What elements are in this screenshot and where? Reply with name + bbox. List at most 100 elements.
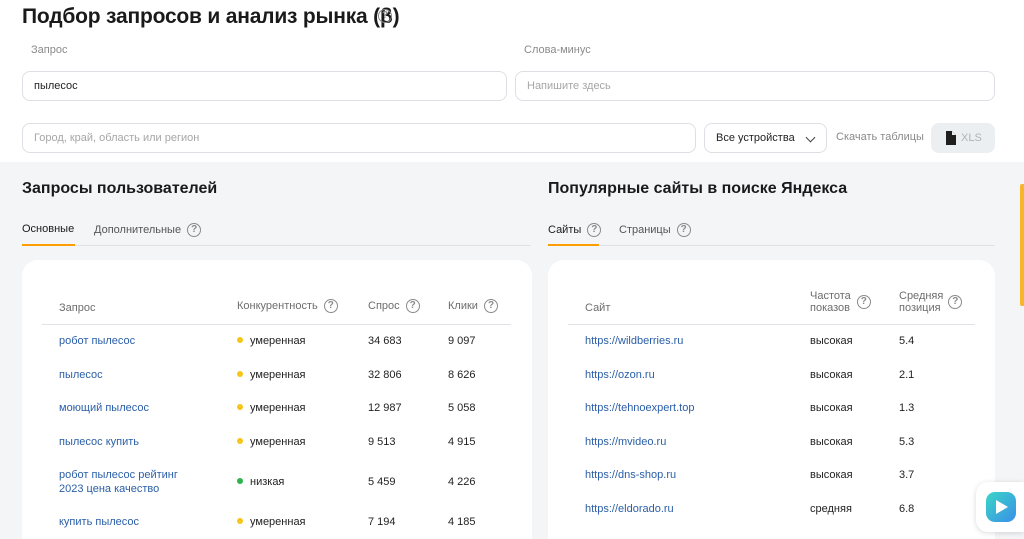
competition-dot [237, 518, 243, 525]
sites-title: Популярные сайты в поиске Яндекса [548, 180, 848, 197]
column-header-frequency: Частота показов ? [810, 290, 871, 314]
chevron-down-icon [805, 132, 816, 143]
column-header-site: Сайт [585, 302, 611, 314]
page-title: Подбор запросов и анализ рынка (β) [22, 5, 400, 28]
scrollbar-thumb[interactable] [1020, 184, 1024, 306]
region-input[interactable]: Город, край, область или регион [22, 123, 696, 153]
column-header-competition: Конкурентность ? [237, 299, 338, 313]
demand-value: 9 513 [368, 436, 396, 448]
position-value: 2.1 [899, 369, 915, 381]
competition-value: умеренная [237, 334, 306, 348]
query-link[interactable]: купить пылесос [59, 515, 139, 529]
help-icon[interactable]: ? [676, 223, 691, 237]
tab-additional[interactable]: Дополнительные ? [94, 223, 202, 237]
competition-value: низкая [237, 475, 284, 489]
position-value: 3.7 [899, 469, 915, 481]
demand-value: 5 459 [368, 476, 396, 488]
column-header-position-line: позиция [899, 302, 941, 314]
frequency-value: средняя [810, 503, 852, 515]
column-header-competition-label: Конкурентность [237, 299, 318, 312]
column-header-clicks-label: Клики [448, 299, 478, 312]
query-label: Запрос [31, 44, 68, 56]
clicks-value: 4 226 [448, 476, 476, 488]
device-select[interactable]: Все устройства [704, 123, 827, 153]
clicks-value: 9 097 [448, 335, 476, 347]
demand-value: 12 987 [368, 402, 402, 414]
help-icon[interactable]: ? [405, 299, 420, 313]
query-input[interactable]: пылесос [22, 71, 507, 101]
clicks-value: 8 626 [448, 369, 476, 381]
competition-label: умеренная [250, 516, 306, 528]
help-icon[interactable]: ? [587, 223, 602, 237]
tab-main[interactable]: Основные [22, 223, 74, 235]
table-header-divider [568, 324, 975, 325]
query-link[interactable]: пылесос купить [59, 435, 139, 449]
help-icon[interactable]: ? [378, 9, 392, 23]
demand-value: 34 683 [368, 335, 402, 347]
query-link[interactable]: пылесос [59, 368, 103, 382]
position-value: 6.8 [899, 503, 915, 515]
help-icon[interactable]: ? [187, 223, 202, 237]
clicks-value: 4 915 [448, 436, 476, 448]
position-value: 5.4 [899, 335, 915, 347]
position-value: 5.3 [899, 436, 915, 448]
competition-dot [237, 337, 243, 344]
help-icon[interactable]: ? [484, 299, 498, 313]
competition-label: умеренная [250, 369, 306, 381]
competition-label: умеренная [250, 436, 306, 448]
download-label: Скачать таблицы [836, 131, 924, 143]
tab-sites-underline [548, 244, 599, 246]
minus-words-input[interactable]: Напишите здесь [515, 71, 995, 101]
tab-pages[interactable]: Страницы ? [619, 223, 691, 237]
xls-download-button[interactable]: XLS [931, 123, 995, 153]
column-header-frequency-line: показов [810, 302, 851, 314]
help-icon[interactable]: ? [323, 299, 338, 313]
site-link[interactable]: https://tehnoexpert.top [585, 401, 694, 415]
site-link[interactable]: https://mvideo.ru [585, 435, 666, 449]
help-icon[interactable]: ? [856, 295, 871, 309]
competition-value: умеренная [237, 368, 306, 382]
position-value: 1.3 [899, 402, 915, 414]
query-link[interactable]: моющий пылесос [59, 401, 149, 415]
search-panel: Подбор запросов и анализ рынка (β) ? Зап… [0, 0, 1024, 162]
clicks-value: 5 058 [448, 402, 476, 414]
query-link-line: 2023 цена качество [59, 483, 160, 495]
queries-title: Запросы пользователей [22, 180, 218, 197]
clicks-value: 4 185 [448, 516, 476, 528]
site-link[interactable]: https://dns-shop.ru [585, 468, 676, 482]
chat-button[interactable] [976, 482, 1024, 532]
column-header-position: Средняя позиция ? [899, 290, 963, 314]
column-header-position-line: Средняя [899, 290, 944, 302]
sites-card: Сайт Частота показов ? Средняя позиция ?… [548, 260, 995, 539]
tab-pages-label: Страницы [619, 223, 671, 236]
column-header-demand-label: Спрос [368, 299, 400, 312]
competition-value: умеренная [237, 401, 306, 415]
competition-dot [237, 438, 243, 445]
file-icon [946, 131, 956, 145]
query-link[interactable]: робот пылесос рейтинг 2023 цена качество [59, 468, 178, 496]
tab-main-underline [22, 244, 75, 246]
tab-sites-label: Сайты [548, 223, 582, 236]
competition-value: умеренная [237, 435, 306, 449]
tab-sites[interactable]: Сайты ? [548, 223, 602, 237]
demand-value: 32 806 [368, 369, 402, 381]
site-link[interactable]: https://ozon.ru [585, 368, 655, 382]
competition-dot [237, 478, 243, 485]
minus-words-label: Слова-минус [524, 44, 591, 56]
queries-tabs-divider [22, 245, 531, 246]
query-link-line: робот пылесос рейтинг [59, 469, 178, 481]
sites-tabs-divider [548, 245, 995, 246]
results-area: Запросы пользователей Основные Дополните… [0, 162, 1024, 539]
site-link[interactable]: https://wildberries.ru [585, 334, 683, 348]
frequency-value: высокая [810, 369, 853, 381]
tab-additional-label: Дополнительные [94, 223, 182, 236]
competition-label: умеренная [250, 402, 306, 414]
table-header-divider [42, 324, 511, 325]
xls-label: XLS [961, 132, 982, 144]
competition-dot [237, 371, 243, 378]
demand-value: 7 194 [368, 516, 396, 528]
site-link[interactable]: https://eldorado.ru [585, 502, 674, 516]
query-link[interactable]: робот пылесос [59, 334, 135, 348]
column-header-frequency-line: Частота [810, 290, 851, 302]
help-icon[interactable]: ? [948, 295, 963, 309]
